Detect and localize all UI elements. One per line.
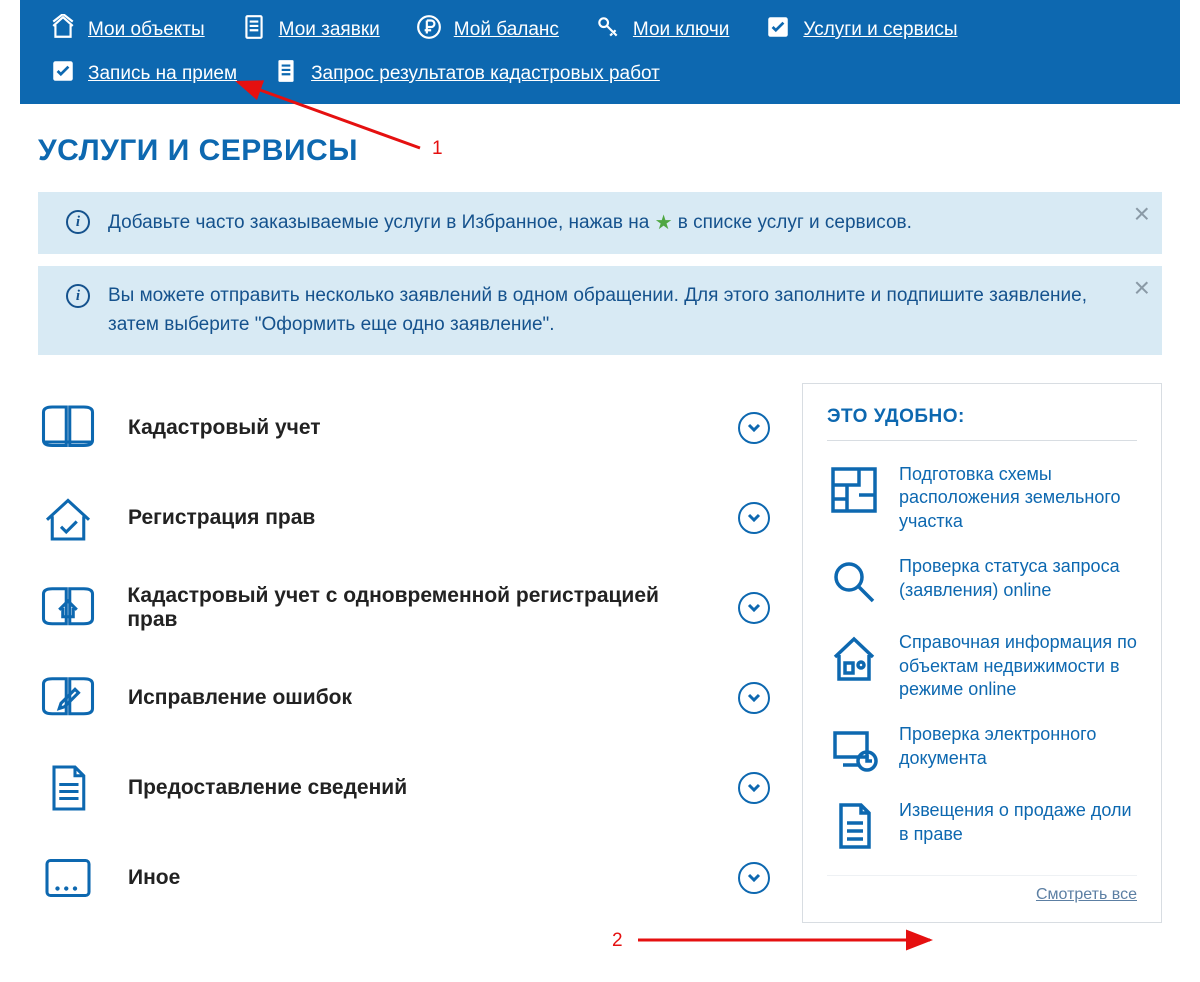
other-icon [38,851,98,905]
nav-label: Запрос результатов кадастровых работ [311,63,660,85]
doc-lines-icon [827,799,881,853]
chevron-down-icon [738,682,770,714]
sidebar-item-label: Проверка электронного документа [899,723,1137,777]
category-rights-registration[interactable]: Регистрация прав [38,473,770,563]
sidebar-item-label: Подготовка схемы расположения земельного… [899,463,1137,533]
nav-my-objects[interactable]: Мои объекты [50,14,205,46]
close-icon[interactable]: × [1134,274,1150,302]
category-title: Предоставление сведений [128,776,708,800]
nav-my-balance[interactable]: Мой баланс [416,14,559,46]
sidebar-item-edoc-check[interactable]: Проверка электронного документа [827,723,1137,777]
top-nav: Мои объекты Мои заявки Мой баланс Мои кл… [20,0,1180,104]
category-list: Кадастровый учет Регистрация прав Кадаст… [38,383,770,923]
sidebar-convenient: ЭТО УДОБНО: Подготовка схемы расположени… [802,383,1162,923]
category-title: Регистрация прав [128,506,708,530]
close-icon[interactable]: × [1134,200,1150,228]
check-icon [50,58,76,90]
see-all-link[interactable]: Смотреть все [827,875,1137,904]
sidebar-title: ЭТО УДОБНО: [827,406,1137,441]
nav-my-requests[interactable]: Мои заявки [241,14,380,46]
category-title: Иное [128,866,708,890]
category-information[interactable]: Предоставление сведений [38,743,770,833]
sidebar-item-status[interactable]: Проверка статуса запроса (заявления) onl… [827,555,1137,609]
nav-cadastral-results[interactable]: Запрос результатов кадастровых работ [273,58,660,90]
house-check-icon [38,491,98,545]
nav-label: Мои объекты [88,19,205,41]
chevron-down-icon [738,592,770,624]
book-pencil-icon [38,671,98,725]
device-icon [827,723,881,777]
info-text: Добавьте часто заказываемые услуги в Изб… [108,208,912,238]
ruble-icon [416,14,442,46]
sidebar-item-label: Справочная информация по объектам недвиж… [899,631,1137,701]
sidebar-item-reference[interactable]: Справочная информация по объектам недвиж… [827,631,1137,701]
category-other[interactable]: Иное [38,833,770,923]
info-icon: i [66,284,90,308]
search-icon [827,555,881,609]
sidebar-item-scheme[interactable]: Подготовка схемы расположения земельного… [827,463,1137,533]
nav-label: Мои ключи [633,19,729,41]
nav-label: Запись на прием [88,63,237,85]
map-icon [827,463,881,517]
category-title: Кадастровый учет [128,416,708,440]
document-icon [273,58,299,90]
category-cadastral-registration[interactable]: Кадастровый учет [38,383,770,473]
sidebar-item-label: Извещения о продаже доли в праве [899,799,1137,853]
star-icon: ★ [655,212,673,234]
key-icon [595,14,621,46]
sidebar-item-notices[interactable]: Извещения о продаже доли в праве [827,799,1137,853]
house-info-icon [827,631,881,685]
category-title: Исправление ошибок [128,686,708,710]
chevron-down-icon [738,862,770,894]
info-text: Вы можете отправить несколько заявлений … [108,282,1116,339]
sidebar-item-label: Проверка статуса запроса (заявления) onl… [899,555,1137,609]
info-multiple-apps: i Вы можете отправить несколько заявлени… [38,266,1162,355]
nav-label: Мои заявки [279,19,380,41]
category-title: Кадастровый учет с одновременной регистр… [127,584,708,632]
info-favorites: i Добавьте часто заказываемые услуги в И… [38,192,1162,254]
nav-label: Услуги и сервисы [803,19,957,41]
document-icon [38,761,98,815]
home-icon [50,14,76,46]
chevron-down-icon [738,772,770,804]
document-icon [241,14,267,46]
nav-label: Мой баланс [454,19,559,41]
chevron-down-icon [738,412,770,444]
category-combined[interactable]: Кадастровый учет с одновременной регистр… [38,563,770,653]
chevron-down-icon [738,502,770,534]
nav-services[interactable]: Услуги и сервисы [765,14,957,46]
category-corrections[interactable]: Исправление ошибок [38,653,770,743]
page-title: УСЛУГИ И СЕРВИСЫ [38,134,1162,168]
book-house-icon [38,581,97,635]
info-icon: i [66,210,90,234]
nav-appointment[interactable]: Запись на прием [50,58,237,90]
nav-my-keys[interactable]: Мои ключи [595,14,729,46]
book-icon [38,401,98,455]
check-icon [765,14,791,46]
